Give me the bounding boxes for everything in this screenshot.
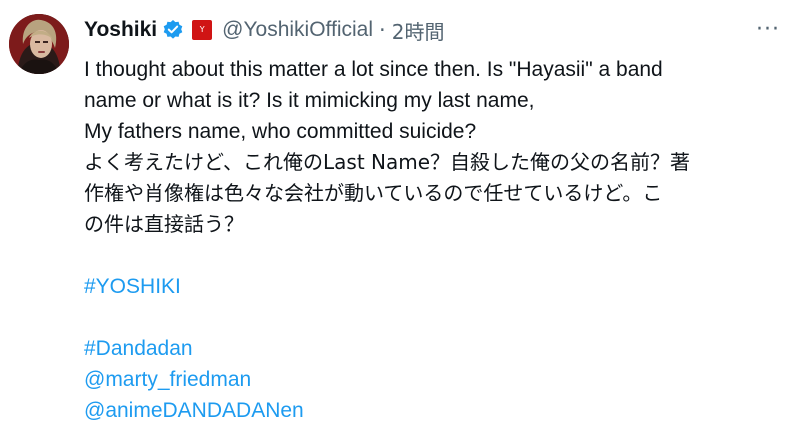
author-handle[interactable]: @YoshikiOfficial: [222, 18, 373, 42]
hashtag-dandadan-link[interactable]: #Dandadan: [84, 337, 193, 360]
affiliate-badge-glyph: Y: [199, 25, 205, 34]
affiliate-badge-icon[interactable]: Y: [192, 20, 213, 40]
hashtag-yoshiki-link[interactable]: #YOSHIKI: [84, 275, 181, 298]
tweet-line: My fathers name, who committed suicide?: [84, 120, 477, 143]
tweet-line: name or what is it? Is it mimicking my l…: [84, 89, 535, 112]
avatar[interactable]: [9, 14, 69, 74]
tweet-line: の件は直接話う？: [84, 212, 244, 236]
tweet-text: I thought about this matter a lot since …: [84, 54, 784, 426]
mention-anime-dandadan-link[interactable]: @animeDANDADANen: [84, 399, 304, 422]
author-name[interactable]: Yoshiki: [84, 18, 157, 42]
more-dots-glyph: ···: [756, 17, 780, 42]
timestamp[interactable]: 2時間: [392, 16, 445, 45]
more-icon[interactable]: ···: [753, 16, 783, 44]
verified-badge-icon: [162, 19, 184, 41]
tweet[interactable]: Yoshiki Y @YoshikiOfficial · 2時間 ··· I t…: [0, 0, 805, 433]
avatar-image: [9, 14, 69, 74]
tweet-line: よく考えたけど、これ俺のLast Name？自殺した俺の父の名前？著: [84, 150, 691, 174]
tweet-line: 作権や肖像権は色々な会社が動いているので任せているけど。こ: [84, 181, 663, 205]
mention-marty-friedman-link[interactable]: @marty_friedman: [84, 368, 251, 391]
tweet-header: Yoshiki Y @YoshikiOfficial · 2時間: [84, 14, 444, 46]
separator-dot: ·: [379, 18, 386, 42]
tweet-line: I thought about this matter a lot since …: [84, 58, 663, 81]
